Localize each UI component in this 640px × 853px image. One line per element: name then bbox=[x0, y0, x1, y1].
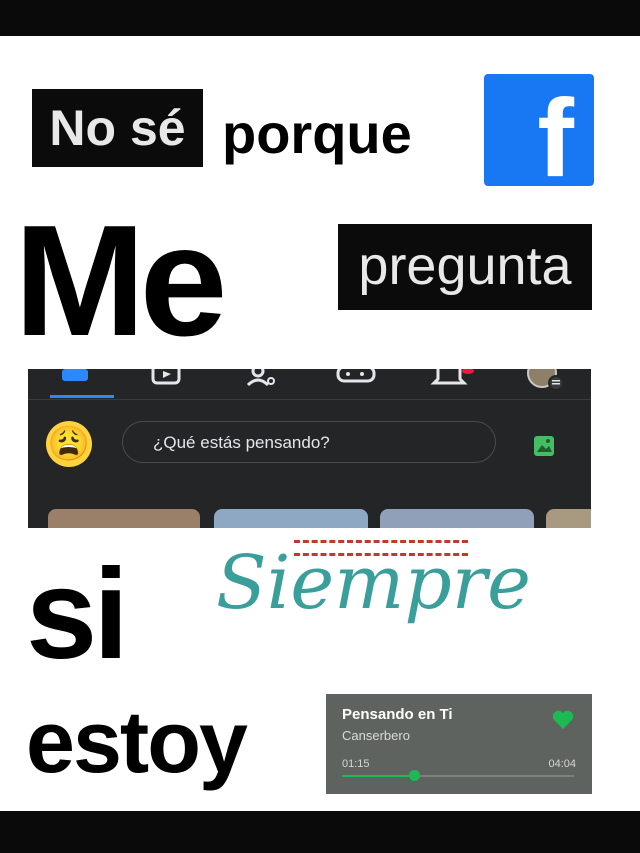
progress-knob[interactable] bbox=[409, 770, 420, 781]
facebook-status-panel: 😩 ¿Qué estás pensando? bbox=[28, 369, 591, 528]
no-se-label: No sé bbox=[32, 89, 203, 167]
facebook-top-nav bbox=[28, 369, 591, 400]
facebook-logo-icon: f bbox=[484, 74, 594, 194]
video-icon[interactable] bbox=[149, 369, 189, 385]
status-input[interactable]: ¿Qué estás pensando? bbox=[122, 421, 496, 463]
story-card[interactable] bbox=[546, 509, 591, 528]
heart-icon[interactable] bbox=[552, 710, 574, 730]
si-word: si bbox=[26, 543, 129, 686]
profile-avatar-icon[interactable] bbox=[522, 369, 566, 391]
elapsed-time: 01:15 bbox=[342, 758, 370, 770]
story-card[interactable] bbox=[48, 509, 200, 528]
bell-icon[interactable] bbox=[430, 369, 474, 385]
total-duration: 04:04 bbox=[548, 758, 576, 770]
user-emoji-avatar: 😩 bbox=[46, 421, 92, 467]
story-card[interactable] bbox=[380, 509, 534, 528]
progress-fill bbox=[342, 775, 414, 777]
porque-word: porque bbox=[222, 102, 412, 165]
music-player-card[interactable]: Pensando en Ti Canserbero 01:15 04:04 bbox=[326, 694, 592, 794]
song-artist: Canserbero bbox=[342, 728, 410, 743]
facebook-logo-letter: f bbox=[537, 77, 574, 200]
home-tab-indicator bbox=[50, 395, 114, 398]
friends-icon[interactable] bbox=[243, 369, 283, 387]
meme-canvas: No sé porque f Me pregunta 😩 ¿Qué estás … bbox=[0, 36, 640, 811]
photo-icon[interactable] bbox=[533, 435, 555, 457]
song-title: Pensando en Ti bbox=[342, 706, 453, 723]
siempre-script-word: Siempre bbox=[216, 540, 531, 626]
home-icon[interactable] bbox=[58, 369, 92, 383]
story-card[interactable] bbox=[214, 509, 368, 528]
estoy-word: estoy bbox=[26, 692, 248, 791]
gaming-icon[interactable] bbox=[333, 369, 383, 383]
me-word: Me bbox=[14, 193, 227, 369]
progress-track[interactable] bbox=[342, 770, 574, 781]
pregunta-label: pregunta bbox=[338, 224, 592, 310]
